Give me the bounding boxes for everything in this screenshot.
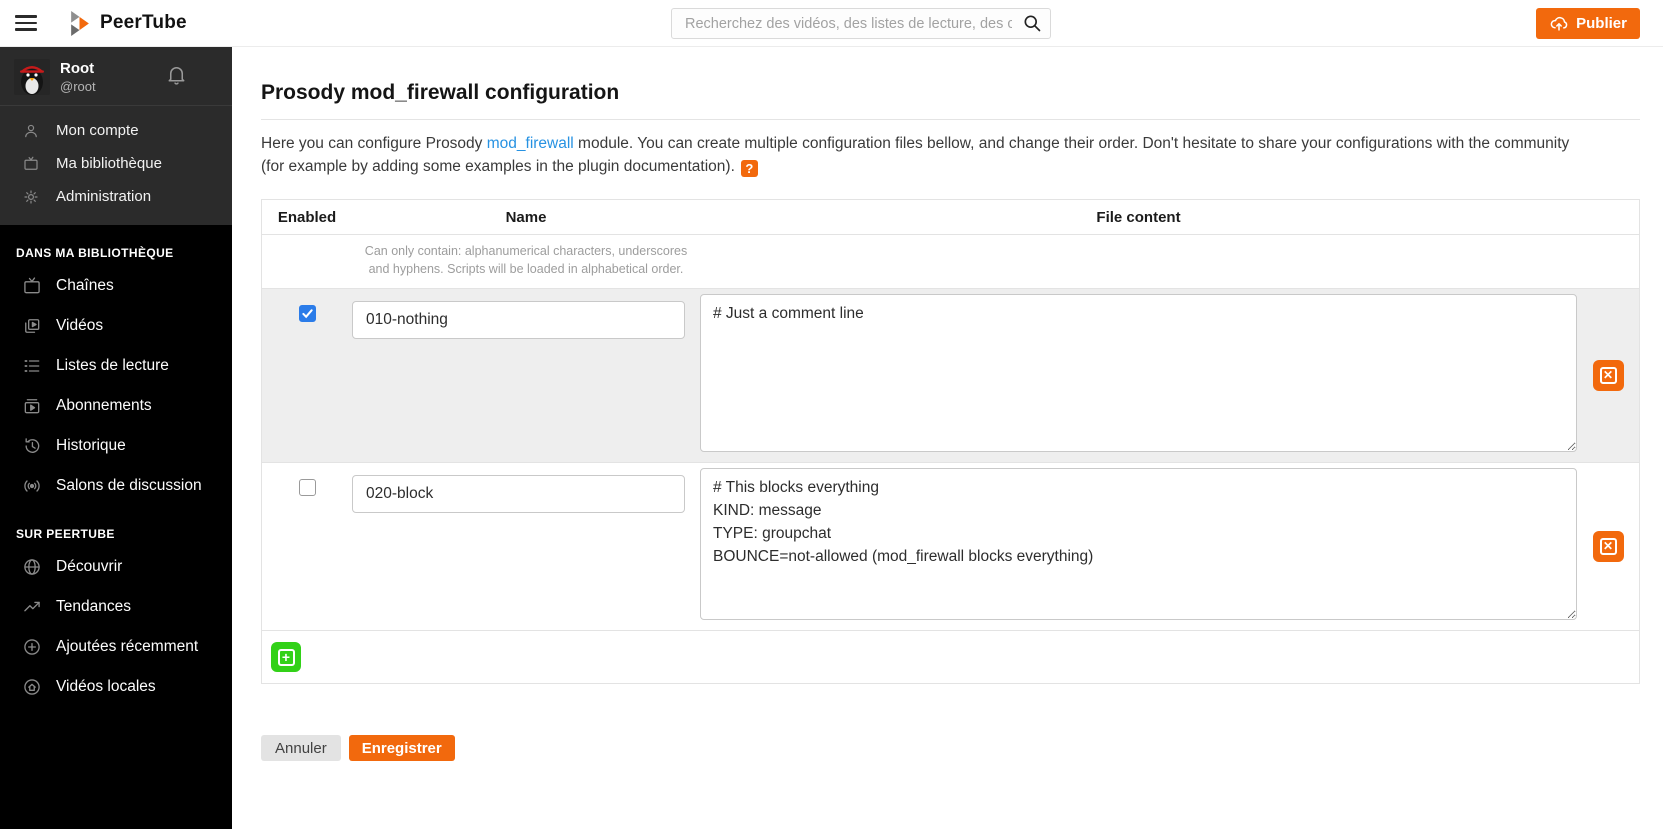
sidebar-item-label: Salons de discussion xyxy=(56,477,202,495)
table-header-row: Enabled Name File content xyxy=(262,200,1639,234)
tv-icon xyxy=(21,155,41,173)
sidebar-item-ma-bibliotheque[interactable]: Ma bibliothèque xyxy=(0,147,232,180)
delete-x-icon: ✕ xyxy=(1600,538,1617,555)
title-divider xyxy=(261,119,1640,120)
mod-firewall-link[interactable]: mod_firewall xyxy=(487,135,574,152)
intro-before-link: Here you can configure Prosody xyxy=(261,135,487,152)
enabled-checkbox-row-0[interactable] xyxy=(299,305,316,322)
section-title: DANS MA BIBLIOTHÈQUE xyxy=(0,246,232,260)
user-meta[interactable]: Root @root xyxy=(60,60,96,94)
sidebar-item-abonnements[interactable]: Abonnements xyxy=(0,386,232,426)
column-header-name: Name xyxy=(352,209,700,226)
notifications-bell-icon[interactable] xyxy=(165,63,216,91)
publish-button[interactable]: Publier xyxy=(1536,8,1640,39)
sidebar-item-ajoutees-recemment[interactable]: Ajoutées récemment xyxy=(0,627,232,667)
delete-x-icon: ✕ xyxy=(1600,367,1617,384)
peertube-section: SUR PEERTUBE Découvrir Tendances Ajoutée… xyxy=(0,506,232,707)
avatar[interactable] xyxy=(14,59,50,95)
trending-icon xyxy=(21,597,43,617)
playlist-icon xyxy=(21,356,43,376)
cancel-button[interactable]: Annuler xyxy=(261,735,341,761)
sidebar-item-label: Mon compte xyxy=(56,122,139,139)
sidebar-item-label: Ma bibliothèque xyxy=(56,155,162,172)
account-menu: Mon compte Ma bibliothèque Administratio… xyxy=(0,105,232,225)
column-header-file-content: File content xyxy=(700,209,1577,226)
sidebar-item-mon-compte[interactable]: Mon compte xyxy=(0,114,232,147)
section-title: SUR PEERTUBE xyxy=(0,527,232,541)
help-icon[interactable]: ? xyxy=(741,160,758,177)
add-file-button[interactable]: + xyxy=(271,642,301,672)
column-header-enabled: Enabled xyxy=(262,209,352,226)
save-button[interactable]: Enregistrer xyxy=(349,735,455,761)
sidebar-item-label: Ajoutées récemment xyxy=(56,638,198,656)
channel-tv-icon xyxy=(21,276,43,296)
sidebar-item-label: Découvrir xyxy=(56,558,122,576)
plus-icon: + xyxy=(278,649,295,666)
peertube-logo-icon xyxy=(67,11,92,36)
gear-icon xyxy=(21,188,41,206)
file-content-textarea[interactable]: # Just a comment line xyxy=(700,294,1577,452)
name-hint-row: Can only contain: alphanumerical charact… xyxy=(262,234,1639,288)
user-handle: @root xyxy=(60,79,96,94)
search-box xyxy=(671,8,1051,39)
sidebar-item-label: Chaînes xyxy=(56,277,114,295)
sidebar-item-administration[interactable]: Administration xyxy=(0,180,232,213)
sidebar-item-label: Listes de lecture xyxy=(56,357,169,375)
sidebar-item-label: Tendances xyxy=(56,598,131,616)
sidebar-item-label: Abonnements xyxy=(56,397,152,415)
main-content: Prosody mod_firewall configuration Here … xyxy=(232,81,1663,761)
history-icon xyxy=(21,436,43,456)
publish-label: Publier xyxy=(1576,15,1627,32)
form-actions: Annuler Enregistrer xyxy=(261,735,1640,761)
intro-text: Here you can configure Prosody mod_firew… xyxy=(261,132,1571,178)
table-row: # Just a comment line ✕ xyxy=(262,288,1639,462)
enabled-checkbox-row-1[interactable] xyxy=(299,479,316,496)
broadcast-icon xyxy=(21,476,43,496)
sidebar-item-salons-de-discussion[interactable]: Salons de discussion xyxy=(0,466,232,506)
user-name: Root xyxy=(60,60,96,77)
sidebar-item-historique[interactable]: Historique xyxy=(0,426,232,466)
search-icon[interactable] xyxy=(1022,13,1042,38)
user-icon xyxy=(21,122,41,140)
file-name-input[interactable] xyxy=(352,475,685,513)
sidebar-item-label: Historique xyxy=(56,437,126,455)
sidebar-item-label: Vidéos locales xyxy=(56,678,156,696)
brand-name: PeerTube xyxy=(100,12,187,34)
add-file-row: + xyxy=(262,630,1639,683)
page-title: Prosody mod_firewall configuration xyxy=(261,81,1640,105)
library-section: DANS MA BIBLIOTHÈQUE Chaînes Vidéos List… xyxy=(0,225,232,506)
file-name-input[interactable] xyxy=(352,301,685,339)
upload-cloud-icon xyxy=(1549,14,1569,34)
sidebar-item-listes-de-lecture[interactable]: Listes de lecture xyxy=(0,346,232,386)
file-content-textarea[interactable]: # This blocks everything KIND: message T… xyxy=(700,468,1577,620)
sidebar-item-label: Administration xyxy=(56,188,151,205)
name-hint-text: Can only contain: alphanumerical charact… xyxy=(352,242,700,278)
sidebar-item-decouvrir[interactable]: Découvrir xyxy=(0,547,232,587)
menu-toggle-icon[interactable] xyxy=(15,15,37,31)
config-files-table: Enabled Name File content Can only conta… xyxy=(261,199,1640,684)
delete-file-button[interactable]: ✕ xyxy=(1593,531,1624,562)
sidebar-item-tendances[interactable]: Tendances xyxy=(0,587,232,627)
globe-icon xyxy=(21,557,43,577)
table-row: # This blocks everything KIND: message T… xyxy=(262,462,1639,630)
sidebar-item-chaines[interactable]: Chaînes xyxy=(0,266,232,306)
subscriptions-icon xyxy=(21,396,43,416)
sidebar-item-videos[interactable]: Vidéos xyxy=(0,306,232,346)
peertube-logo[interactable]: PeerTube xyxy=(67,11,187,36)
sidebar: Root @root Mon compte Ma bibliothèque xyxy=(0,47,232,829)
home-circle-icon xyxy=(21,677,43,697)
plus-circle-icon xyxy=(21,637,43,657)
user-panel: Root @root xyxy=(0,47,232,105)
videos-icon xyxy=(21,316,43,336)
delete-file-button[interactable]: ✕ xyxy=(1593,360,1624,391)
top-bar: PeerTube Publier xyxy=(0,0,1663,47)
search-input[interactable] xyxy=(671,8,1051,39)
sidebar-item-videos-locales[interactable]: Vidéos locales xyxy=(0,667,232,707)
sidebar-item-label: Vidéos xyxy=(56,317,103,335)
